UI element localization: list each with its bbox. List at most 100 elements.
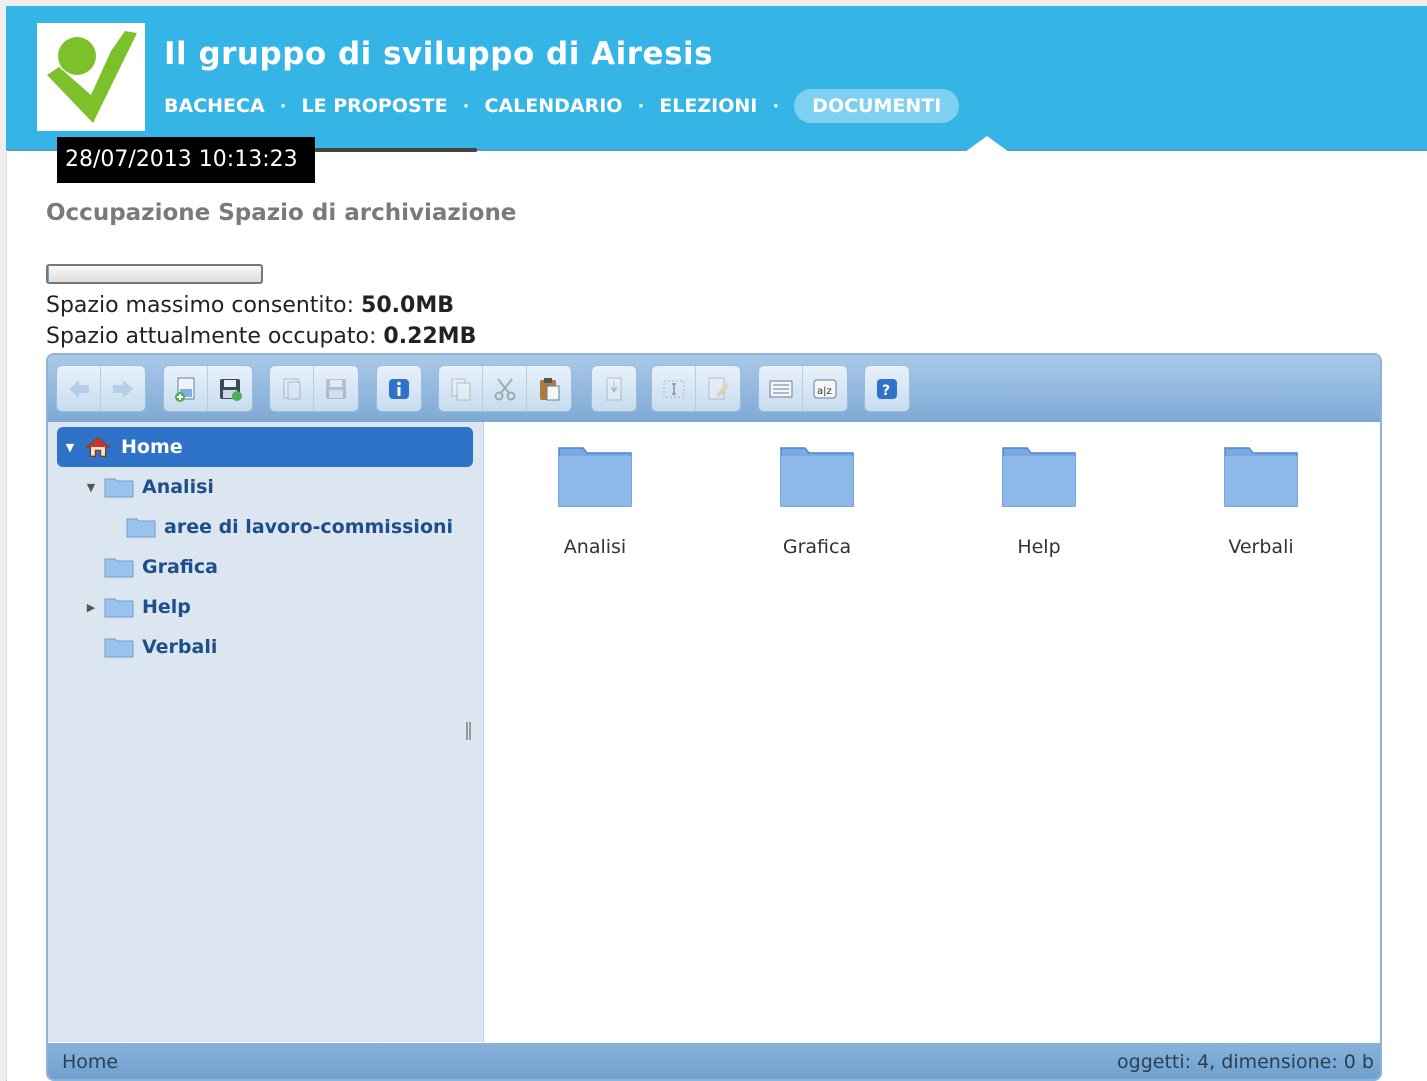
toolbar-group xyxy=(438,365,572,412)
info-button[interactable] xyxy=(377,366,421,411)
file-manager: a|z? ▼ Home ▼ Analisi aree di lavoro-com… xyxy=(46,353,1382,1081)
folder-tree: ▼ Home ▼ Analisi aree di lavoro-commissi… xyxy=(48,422,484,1042)
extract-button[interactable] xyxy=(592,366,636,411)
status-info: oggetti: 4, dimensione: 0 b xyxy=(1117,1051,1374,1073)
tree-item-aree-di-lavoro[interactable]: aree di lavoro-commissioni xyxy=(126,507,453,547)
home-icon xyxy=(85,436,111,457)
open-file-button[interactable] xyxy=(164,366,208,411)
paste-icon xyxy=(540,377,560,400)
file-label: Verbali xyxy=(1228,536,1294,558)
nav-separator: · xyxy=(462,95,470,117)
tree-item-label: Verbali xyxy=(142,636,218,658)
edit-button[interactable] xyxy=(696,366,740,411)
folder-icon xyxy=(1002,447,1076,507)
toolbar-group xyxy=(591,365,637,412)
tree-item-help[interactable]: ▶ Help xyxy=(84,587,191,627)
folder-icon xyxy=(104,638,134,658)
paste-button[interactable] xyxy=(527,366,571,411)
site-header: Il gruppo di sviluppo di Airesis BACHECA… xyxy=(6,6,1427,152)
rename-button[interactable] xyxy=(652,366,696,411)
file-label: Analisi xyxy=(563,536,627,558)
folder-icon xyxy=(558,447,632,507)
file-label: Grafica xyxy=(782,536,852,558)
forward-icon xyxy=(113,379,133,398)
toolbar-group xyxy=(56,365,146,412)
tree-item-verbali[interactable]: Verbali xyxy=(104,627,217,667)
active-nav-pointer xyxy=(965,136,1009,152)
toolbar-group: ? xyxy=(864,365,910,412)
extract-icon xyxy=(606,377,622,400)
nav-le-proposte[interactable]: LE PROPOSTE xyxy=(302,89,448,123)
page-heading-hidden xyxy=(315,146,477,154)
duplicate-icon xyxy=(283,378,300,399)
collapse-arrow-icon[interactable]: ▶ xyxy=(84,601,98,614)
status-path: Home xyxy=(62,1051,119,1073)
list-view-icon xyxy=(769,380,792,397)
toolbar-group: a|z xyxy=(758,365,848,412)
main-nav: BACHECA · LE PROPOSTE · CALENDARIO · ELE… xyxy=(164,88,960,124)
rename-icon xyxy=(663,380,684,397)
toolbar-group xyxy=(376,365,422,412)
svg-text:a|z: a|z xyxy=(817,386,832,397)
quota-title: Occupazione Spazio di archiviazione xyxy=(46,200,517,226)
back-button[interactable] xyxy=(57,366,101,411)
tree-item-label: aree di lavoro-commissioni xyxy=(164,516,454,538)
help-button[interactable]: ? xyxy=(865,366,909,411)
expand-arrow-icon[interactable]: ▼ xyxy=(63,441,77,454)
quota-progress-bar xyxy=(46,264,263,284)
file-item-verbali[interactable]: Verbali xyxy=(1186,442,1336,558)
tree-item-grafica[interactable]: Grafica xyxy=(104,547,218,587)
page: Il gruppo di sviluppo di Airesis BACHECA… xyxy=(6,6,1427,1081)
file-item-analisi[interactable]: Analisi xyxy=(520,442,670,558)
timestamp-overlay: 28/07/2013 10:13:23 xyxy=(57,137,315,183)
save-button[interactable] xyxy=(208,366,252,411)
nav-bacheca[interactable]: BACHECA xyxy=(164,89,265,123)
copy-button[interactable] xyxy=(439,366,483,411)
save-icon xyxy=(220,378,242,401)
expand-arrow-icon[interactable]: ▼ xyxy=(84,481,98,494)
tree-item-label: Home xyxy=(121,436,183,458)
quota-progress-fill xyxy=(48,266,49,282)
cut-button[interactable] xyxy=(483,366,527,411)
file-label: Help xyxy=(1017,536,1061,558)
nav-elezioni[interactable]: ELEZIONI xyxy=(659,89,757,123)
forward-button[interactable] xyxy=(101,366,145,411)
folder-icon xyxy=(1224,447,1298,507)
tree-item-label: Grafica xyxy=(142,556,218,578)
duplicate-button[interactable] xyxy=(270,366,314,411)
folder-icon xyxy=(104,478,134,498)
pane-resize-handle[interactable] xyxy=(466,722,471,740)
tree-item-home[interactable]: ▼ Home xyxy=(57,427,473,467)
file-item-help[interactable]: Help xyxy=(964,442,1114,558)
folder-icon xyxy=(126,518,156,538)
edit-icon xyxy=(708,377,729,399)
svg-text:?: ? xyxy=(882,383,890,399)
save-disk-icon xyxy=(326,378,346,399)
nav-calendario[interactable]: CALENDARIO xyxy=(484,89,622,123)
open-file-icon xyxy=(174,377,194,402)
folder-icon xyxy=(104,598,134,618)
airesis-logo[interactable] xyxy=(37,23,145,131)
nav-separator: · xyxy=(637,95,645,117)
frame-edge xyxy=(6,150,7,1081)
help-icon: ? xyxy=(877,378,897,399)
quota-used-label: Spazio attualmente occupato: xyxy=(46,324,377,349)
sort-button[interactable]: a|z xyxy=(803,366,847,411)
save-disk-button[interactable] xyxy=(314,366,358,411)
toolbar-group xyxy=(269,365,359,412)
file-item-grafica[interactable]: Grafica xyxy=(742,442,892,558)
quota-max-value: 50.0MB xyxy=(361,293,454,318)
cut-icon xyxy=(494,377,515,400)
back-icon xyxy=(68,379,89,398)
folder-contents: Analisi Grafica Help Verbali xyxy=(485,422,1380,1042)
quota-max-label: Spazio massimo consentito: xyxy=(46,293,355,318)
toolbar-group xyxy=(651,365,741,412)
tree-item-analisi[interactable]: ▼ Analisi xyxy=(84,467,214,507)
quota-max: Spazio massimo consentito: 50.0MB xyxy=(46,293,454,318)
folder-icon xyxy=(104,558,134,578)
nav-documenti[interactable]: DOCUMENTI xyxy=(794,89,960,123)
list-view-button[interactable] xyxy=(759,366,803,411)
sort-icon: a|z xyxy=(813,379,837,398)
folder-icon xyxy=(780,447,854,507)
quota-used-value: 0.22MB xyxy=(383,324,477,349)
